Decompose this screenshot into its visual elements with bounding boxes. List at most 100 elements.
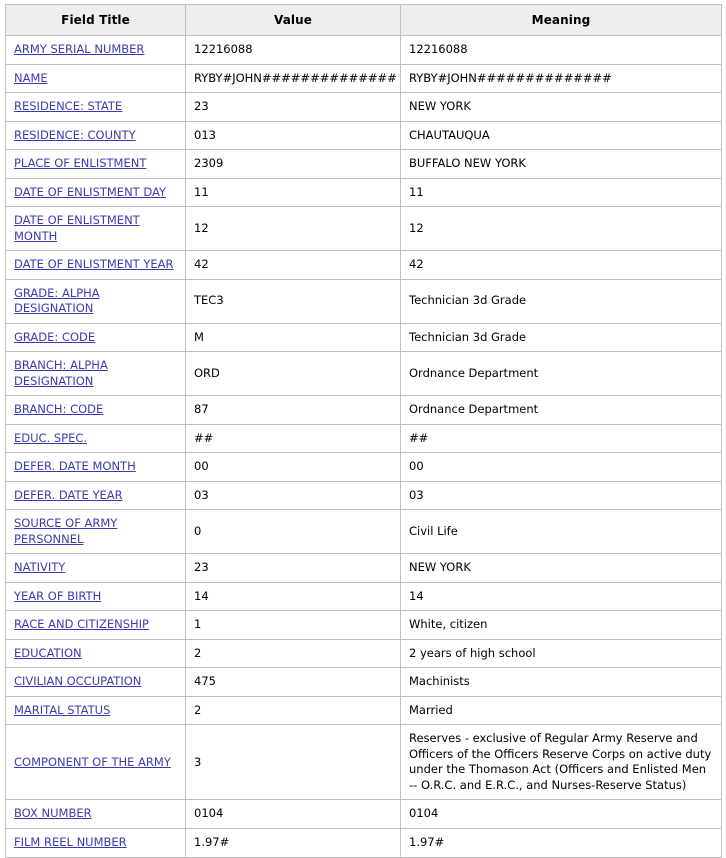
field-meaning-cell: 0104 (400, 799, 722, 829)
field-value-cell: 12216088 (185, 35, 401, 65)
field-meaning-cell: BUFFALO NEW YORK (400, 149, 722, 179)
table-row: CIVILIAN OCCUPATION 475 Machinists (5, 667, 722, 697)
field-title-cell: COMPONENT OF THE ARMY (5, 724, 186, 801)
field-title-link[interactable]: ARMY SERIAL NUMBER (14, 42, 144, 56)
field-value-cell: 11 (185, 177, 401, 208)
field-meaning-cell: NEW YORK (400, 553, 722, 583)
field-title-link[interactable]: SOURCE OF ARMY PERSONNEL (14, 516, 117, 546)
field-meaning-cell: 42 (400, 250, 722, 280)
table-row: RACE AND CITIZENSHIP 1 White, citizen (5, 610, 722, 640)
field-title-link[interactable]: EDUCATION (14, 646, 82, 660)
field-title-link[interactable]: BOX NUMBER (14, 806, 92, 820)
table-row: DEFER. DATE MONTH 00 00 (5, 452, 722, 482)
table-row: ARMY SERIAL NUMBER 12216088 12216088 (5, 35, 722, 65)
table-header: Field Title Value Meaning (5, 4, 722, 36)
field-title-cell: EDUCATION (5, 638, 186, 669)
field-title-link[interactable]: GRADE: CODE (14, 330, 95, 344)
field-title-link[interactable]: BRANCH: ALPHA DESIGNATION (14, 358, 108, 388)
field-title-cell: EDUC. SPEC. (5, 423, 186, 454)
field-meaning-cell: Technician 3d Grade (400, 278, 722, 324)
field-meaning-cell: 14 (400, 581, 722, 612)
field-title-cell: NAME (5, 63, 186, 94)
field-title-link[interactable]: RESIDENCE: COUNTY (14, 128, 136, 142)
table-row: BOX NUMBER 0104 0104 (5, 799, 722, 829)
field-meaning-cell: 12 (400, 206, 722, 252)
field-title-link[interactable]: PLACE OF ENLISTMENT (14, 156, 146, 170)
table-row: RESIDENCE: COUNTY 013 CHAUTAUQUA (5, 120, 722, 151)
table-row: DATE OF ENLISTMENT YEAR 42 42 (5, 250, 722, 280)
field-title-cell: RESIDENCE: COUNTY (5, 120, 186, 151)
field-value-cell: 23 (185, 553, 401, 583)
field-title-link[interactable]: DEFER. DATE YEAR (14, 488, 123, 502)
field-meaning-cell: White, citizen (400, 610, 722, 640)
field-meaning-cell: 00 (400, 452, 722, 482)
field-title-link[interactable]: DATE OF ENLISTMENT YEAR (14, 257, 174, 271)
field-title-link[interactable]: DATE OF ENLISTMENT MONTH (14, 213, 140, 243)
field-title-cell: PLACE OF ENLISTMENT (5, 149, 186, 179)
field-title-link[interactable]: YEAR OF BIRTH (14, 589, 101, 603)
field-title-cell: GRADE: CODE (5, 322, 186, 353)
field-title-cell: BRANCH: CODE (5, 395, 186, 425)
table-row: GRADE: CODE M Technician 3d Grade (5, 322, 722, 353)
field-meaning-cell: 12216088 (400, 35, 722, 65)
table-row: NAME RYBY#JOHN############## RYBY#JOHN####… (5, 63, 722, 94)
field-title-link[interactable]: MARITAL STATUS (14, 703, 110, 717)
field-title-cell: MARITAL STATUS (5, 695, 186, 726)
field-meaning-cell: Reserves - exclusive of Regular Army Res… (400, 724, 722, 801)
field-meaning-cell: Civil Life (400, 509, 722, 555)
field-value-cell: 2 (185, 695, 401, 726)
table-row: COMPONENT OF THE ARMY 3 Reserves - exclusi… (5, 724, 722, 801)
field-title-link[interactable]: NAME (14, 71, 48, 85)
table-body: ARMY SERIAL NUMBER 12216088 12216088 NAME RY… (5, 35, 722, 858)
field-meaning-cell: Machinists (400, 667, 722, 697)
field-title-link[interactable]: DATE OF ENLISTMENT DAY (14, 185, 166, 199)
field-title-link[interactable]: GRADE: ALPHA DESIGNATION (14, 286, 100, 316)
field-value-cell: 03 (185, 480, 401, 511)
field-value-cell: 87 (185, 395, 401, 425)
field-meaning-cell: 11 (400, 177, 722, 208)
table-row: DEFER. DATE YEAR 03 03 (5, 480, 722, 511)
enlistment-record-container: Field Title Value Meaning ARMY SERIAL NU… (0, 0, 726, 858)
field-title-link[interactable]: CIVILIAN OCCUPATION (14, 674, 141, 688)
field-title-link[interactable]: BRANCH: CODE (14, 402, 103, 416)
field-title-link[interactable]: RACE AND CITIZENSHIP (14, 617, 149, 631)
field-title-cell: BRANCH: ALPHA DESIGNATION (5, 351, 186, 397)
table-header-row: Field Title Value Meaning (5, 4, 722, 36)
field-title-cell: ARMY SERIAL NUMBER (5, 35, 186, 65)
field-title-link[interactable]: EDUC. SPEC. (14, 431, 87, 445)
field-title-cell: DATE OF ENLISTMENT MONTH (5, 206, 186, 252)
field-title-link[interactable]: DEFER. DATE MONTH (14, 459, 136, 473)
field-title-cell: DATE OF ENLISTMENT DAY (5, 177, 186, 208)
field-title-link[interactable]: RESIDENCE: STATE (14, 99, 122, 113)
table-row: EDUC. SPEC. ## ## (5, 423, 722, 454)
column-header-meaning: Meaning (400, 4, 722, 36)
field-meaning-cell: 1.97# (400, 827, 722, 858)
field-meaning-cell: Ordnance Department (400, 351, 722, 397)
field-meaning-cell: Technician 3d Grade (400, 322, 722, 353)
field-title-link[interactable]: COMPONENT OF THE ARMY (14, 755, 171, 769)
table-row: EDUCATION 2 2 years of high school (5, 638, 722, 669)
field-title-cell: FILM REEL NUMBER (5, 827, 186, 858)
field-value-cell: 2 (185, 638, 401, 669)
table-row: DATE OF ENLISTMENT MONTH 12 12 (5, 206, 722, 252)
field-meaning-cell: NEW YORK (400, 92, 722, 122)
field-value-cell: 00 (185, 452, 401, 482)
field-value-cell: 0 (185, 509, 401, 555)
field-title-cell: SOURCE OF ARMY PERSONNEL (5, 509, 186, 555)
field-value-cell: ## (185, 423, 401, 454)
table-row: YEAR OF BIRTH 14 14 (5, 581, 722, 612)
table-row: FILM REEL NUMBER 1.97# 1.97# (5, 827, 722, 858)
field-value-cell: ORD (185, 351, 401, 397)
field-title-link[interactable]: FILM REEL NUMBER (14, 835, 127, 849)
field-title-cell: BOX NUMBER (5, 799, 186, 829)
table-row: SOURCE OF ARMY PERSONNEL 0 Civil Life (5, 509, 722, 555)
table-row: GRADE: ALPHA DESIGNATION TEC3 Technician 3… (5, 278, 722, 324)
table-row: PLACE OF ENLISTMENT 2309 BUFFALO NEW YORK (5, 149, 722, 179)
field-title-link[interactable]: NATIVITY (14, 560, 65, 574)
field-meaning-cell: 03 (400, 480, 722, 511)
field-meaning-cell: ## (400, 423, 722, 454)
field-value-cell: TEC3 (185, 278, 401, 324)
field-meaning-cell: 2 years of high school (400, 638, 722, 669)
field-value-cell: 3 (185, 724, 401, 801)
field-meaning-cell: CHAUTAUQUA (400, 120, 722, 151)
